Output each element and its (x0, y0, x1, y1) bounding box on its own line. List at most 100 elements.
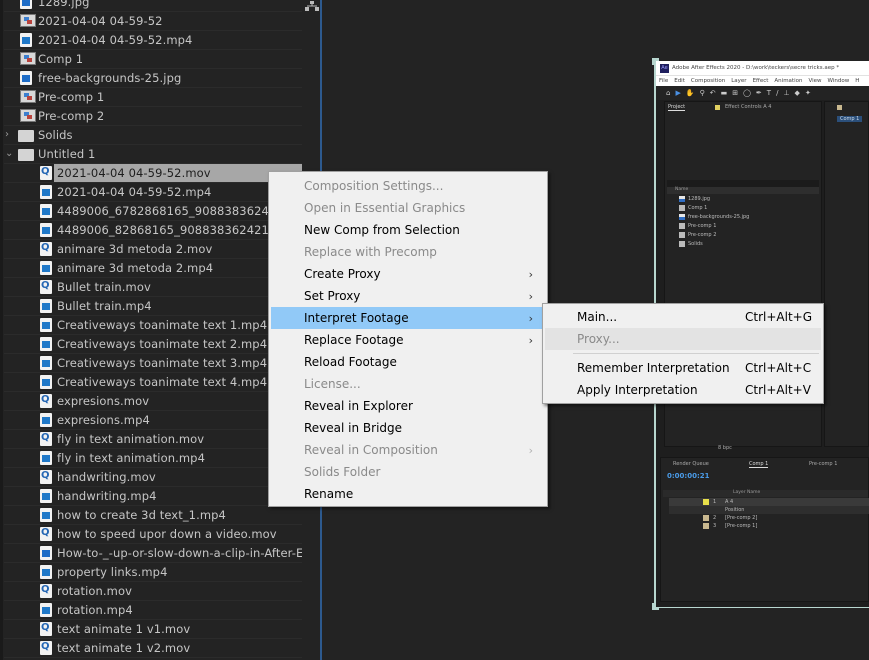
project-item[interactable]: rotation.mov (4, 582, 302, 601)
project-item[interactable]: Creativeways toanimate text 4.mp4 (4, 373, 302, 392)
flowchart-icon[interactable] (305, 1, 319, 11)
ae-menu-item[interactable]: H (855, 78, 859, 84)
project-item[interactable]: 4489006_6782868165_9088383624218148 (4, 202, 302, 221)
menu-item-open-in-essential-graphics[interactable]: Open in Essential Graphics (271, 197, 545, 219)
project-item[interactable]: how to create 3d text_1.mp4 (4, 506, 302, 525)
submenu-item-apply-interpretation[interactable]: Apply Interpretation Ctrl+Alt+V (545, 379, 821, 401)
timecode[interactable]: 0:00:00:21 (667, 472, 710, 480)
project-item[interactable]: text animate 1 v1.mov (4, 620, 302, 639)
project-item[interactable]: expresions.mov (4, 392, 302, 411)
chevron-right-icon[interactable]: › (5, 130, 15, 140)
project-item[interactable]: ⌄ Untitled 1 (4, 145, 302, 164)
project-item[interactable]: fly in text animation.mov (4, 430, 302, 449)
project-item[interactable]: text animate 1 v2.mov (4, 639, 302, 658)
menu-item-reload-footage[interactable]: Reload Footage (271, 351, 545, 373)
project-item[interactable]: animare 3d metoda 2.mp4 (4, 259, 302, 278)
project-item[interactable]: rotation.mp4 (4, 601, 302, 620)
ae-tab-comp1[interactable]: Comp 1 (749, 461, 769, 468)
ae-menu-item[interactable]: Composition (691, 78, 725, 84)
bpc-label[interactable]: 8 bpc (718, 445, 732, 451)
project-item[interactable]: Creativeways toanimate text 2.mp4 (4, 335, 302, 354)
project-item[interactable]: free-backgrounds-25.jpg (4, 69, 302, 88)
ae-tab-render-queue[interactable]: Render Queue (673, 461, 709, 467)
ae-layer-row[interactable]: Position (669, 506, 869, 514)
project-item[interactable]: Bullet train.mp4 (4, 297, 302, 316)
project-item[interactable]: Bullet train.mov (4, 278, 302, 297)
project-item[interactable]: Pre-comp 2 (4, 107, 302, 126)
project-item[interactable]: handwriting.mp4 (4, 487, 302, 506)
pen-tool-icon[interactable]: ✒ (756, 89, 762, 97)
menu-item-composition-settings[interactable]: Composition Settings... (271, 175, 545, 197)
ae-project-item[interactable]: Pre-comp 2 (679, 231, 716, 239)
label-color-swatch[interactable] (703, 499, 709, 505)
ae-tab-precomp1[interactable]: Pre-comp 1 (809, 461, 837, 467)
ae-menu-item[interactable]: Edit (674, 78, 685, 84)
selection-tool-icon[interactable]: ▶ (675, 89, 680, 97)
ae-name-column[interactable]: Name (667, 187, 819, 194)
label-color-swatch[interactable] (703, 515, 709, 521)
puppet-tool-icon[interactable]: ✦ (805, 89, 811, 97)
ae-comp-tab[interactable]: Comp 1 (837, 116, 863, 122)
zoom-tool-icon[interactable]: ⚲ (700, 89, 705, 97)
ae-menu-item[interactable]: Effect (753, 78, 769, 84)
menu-item-solids-folder[interactable]: Solids Folder (271, 461, 545, 483)
ae-menu-item[interactable]: Animation (774, 78, 802, 84)
menu-item-new-comp-from-selection[interactable]: New Comp from Selection (271, 219, 545, 241)
label-color-swatch[interactable] (703, 523, 709, 529)
menu-item-license[interactable]: License... (271, 373, 545, 395)
menu-item-rename[interactable]: Rename (271, 483, 545, 505)
ae-layer-row[interactable]: 2 [Pre-comp 2] (669, 514, 869, 522)
project-item[interactable]: 1289.jpg (4, 0, 302, 12)
stamp-tool-icon[interactable]: ⊥ (783, 89, 789, 97)
camera-tool-icon[interactable]: ▬ (721, 89, 728, 97)
ae-menu-item[interactable]: Window (828, 78, 850, 84)
project-item[interactable]: expresions.mp4 (4, 411, 302, 430)
home-icon[interactable]: ⌂ (666, 89, 670, 97)
ae-menu-item[interactable]: File (659, 78, 668, 84)
menu-item-reveal-in-bridge[interactable]: Reveal in Bridge (271, 417, 545, 439)
project-item[interactable]: fly in text animation.mp4 (4, 449, 302, 468)
ae-menu-item[interactable]: Layer (731, 78, 746, 84)
project-item[interactable]: › Solids (4, 126, 302, 145)
project-item[interactable]: Pre-comp 1 (4, 88, 302, 107)
project-item[interactable]: Creativeways toanimate text 3.mp4 (4, 354, 302, 373)
ae-project-item[interactable]: 1289.jpg (679, 195, 710, 203)
hand-tool-icon[interactable]: ✋ (686, 89, 695, 97)
pan-behind-icon[interactable]: ⊞ (732, 89, 738, 97)
submenu-item-main[interactable]: Main... Ctrl+Alt+G (545, 306, 821, 328)
project-item[interactable]: 2021-04-04 04-59-52.mp4 (4, 31, 302, 50)
submenu-item-proxy[interactable]: Proxy... (545, 328, 821, 350)
ae-project-item[interactable]: Pre-comp 1 (679, 222, 716, 230)
menu-item-reveal-in-composition[interactable]: Reveal in Composition › (271, 439, 545, 461)
rotate-tool-icon[interactable]: ↶ (710, 89, 716, 97)
menu-item-replace-footage[interactable]: Replace Footage › (271, 329, 545, 351)
project-item[interactable]: how to speed upor down a video.mov (4, 525, 302, 544)
project-item[interactable]: Creativeways toanimate text 1.mp4 (4, 316, 302, 335)
brush-tool-icon[interactable]: / (776, 89, 778, 97)
submenu-item-remember-interpretation[interactable]: Remember Interpretation Ctrl+Alt+C (545, 357, 821, 379)
project-item[interactable]: How-to-_-up-or-slow-down-a-clip-in-After… (4, 544, 302, 563)
project-item[interactable]: Comp 1 (4, 50, 302, 69)
ae-layer-row[interactable]: 1 A 4 (669, 498, 869, 506)
eraser-tool-icon[interactable]: ◆ (795, 89, 800, 97)
project-item[interactable]: property links.mp4 (4, 563, 302, 582)
ae-project-item[interactable]: Comp 1 (679, 204, 707, 212)
menu-item-interpret-footage[interactable]: Interpret Footage › (271, 307, 545, 329)
text-tool-icon[interactable]: T (767, 89, 771, 97)
project-item[interactable]: 2021-04-04 04-59-52.mov (4, 164, 302, 183)
ae-layer-row[interactable]: 3 [Pre-comp 1] (669, 522, 869, 530)
menu-item-set-proxy[interactable]: Set Proxy › (271, 285, 545, 307)
project-item[interactable]: 4489006_82868165_90883836242181488 (4, 221, 302, 240)
layer-name-column[interactable]: Layer Name (663, 490, 868, 497)
project-item[interactable]: 2021-04-04 04-59-52.mp4 (4, 183, 302, 202)
menu-item-replace-with-precomp[interactable]: Replace with Precomp (271, 241, 545, 263)
ellipse-tool-icon[interactable]: ◯ (743, 89, 751, 97)
project-item[interactable]: handwriting.mov (4, 468, 302, 487)
ae-project-item[interactable]: Solids (679, 240, 703, 248)
ae-menu-item[interactable]: View (808, 78, 821, 84)
ae-project-item[interactable]: free-backgrounds-25.jpg (679, 213, 749, 221)
chevron-down-icon[interactable]: ⌄ (5, 149, 15, 159)
project-item[interactable]: 2021-04-04 04-59-52 (4, 12, 302, 31)
menu-item-create-proxy[interactable]: Create Proxy › (271, 263, 545, 285)
menu-item-reveal-in-explorer[interactable]: Reveal in Explorer (271, 395, 545, 417)
